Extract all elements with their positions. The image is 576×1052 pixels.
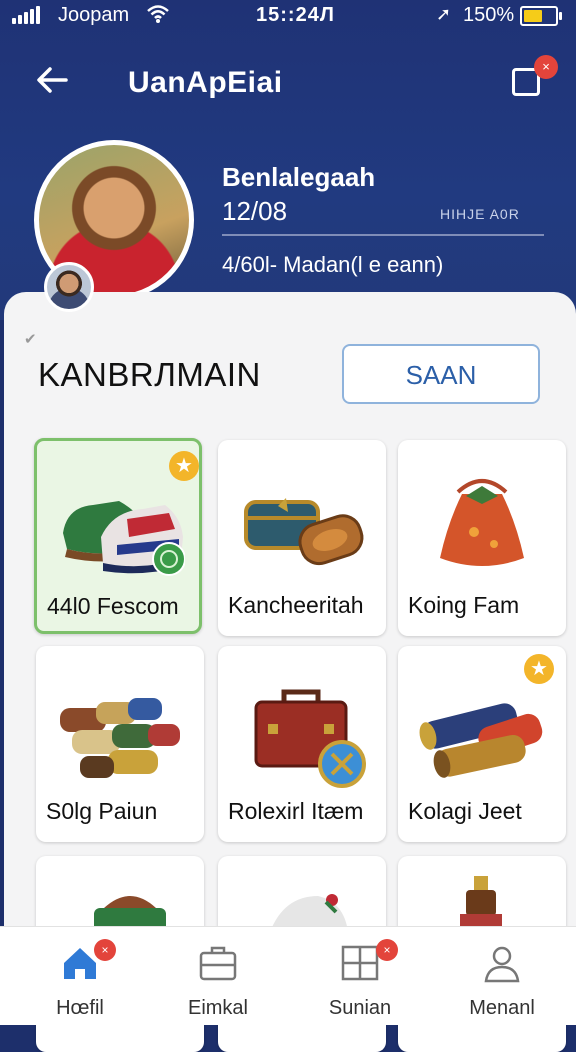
signal-icon [12,6,42,24]
item-card[interactable]: S0lg Paiun [36,646,204,842]
suitcase-icon [238,668,366,788]
location-icon: ➚ [436,4,452,24]
item-label: 44l0 Fescom [47,593,179,619]
notification-badge: × [94,939,116,961]
item-label: Kancheeritah [228,592,364,618]
item-card[interactable]: Rolexirl Itæm [218,646,386,842]
rolls-icon [418,668,546,788]
notification-badge: × [534,55,558,79]
wifi-icon [146,4,170,29]
check-icon: ✔ [24,331,37,348]
nav-item-home[interactable]: × Hœfil [8,927,152,1025]
item-card[interactable]: ★ 44l0 Fescom [34,438,202,634]
bottom-nav: × Hœfil Eimkal × Sunian Menanl [0,926,576,1025]
item-label: Kolagi Jeet [408,798,522,824]
nav-label: Sunian [328,997,392,1019]
notification-badge: × [376,939,398,961]
item-label: Koing Fam [408,592,520,618]
item-label: Rolexirl Itæm [228,798,364,824]
status-bar: Joopam 15::24Л ➚ 150% [0,0,576,30]
back-arrow-icon[interactable] [34,62,74,102]
sneakers-icon [57,463,186,583]
nav-label: Hœfil [56,997,104,1019]
profile-name: Benlalegaah [222,162,376,192]
profile-date: 12/08 [222,196,288,226]
divider [222,234,544,236]
nav-item-profile[interactable]: Menanl [430,927,574,1025]
battery-percent: 150% [463,4,515,26]
star-icon: ★ [524,654,554,684]
nav-label: Eimkal [187,997,248,1019]
grid-icon [340,943,380,983]
small-avatar[interactable] [44,262,94,312]
user-icon [482,943,522,983]
battery-icon [520,6,562,26]
star-icon: ★ [169,451,199,481]
carrier-name: Joopam [58,4,130,26]
section-title: KANBRЛMAIN [38,356,261,393]
nav-item-grid[interactable]: × Sunian [288,927,432,1025]
item-card[interactable]: ★ Kolagi Jeet [398,646,566,842]
item-card[interactable]: Kancheeritah [218,440,386,636]
scrolls-icon [56,668,184,788]
profile-code: HIHJE A0R [440,206,520,222]
profile-subtitle: 4/60l- Madan(l e eann) [222,252,444,277]
item-label: S0lg Paiun [46,798,158,824]
nav-item-briefcase[interactable]: Eimkal [146,927,290,1025]
saan-button[interactable]: SAAN [342,344,540,404]
briefcase-icon [198,943,238,983]
chest-icon [238,462,366,582]
page-title: UanApEiai [128,66,283,99]
item-card[interactable]: Koing Fam [398,440,566,636]
nav-label: Menanl [469,997,535,1019]
clock: 15::24Л [256,4,335,26]
pouch-icon [418,462,546,582]
